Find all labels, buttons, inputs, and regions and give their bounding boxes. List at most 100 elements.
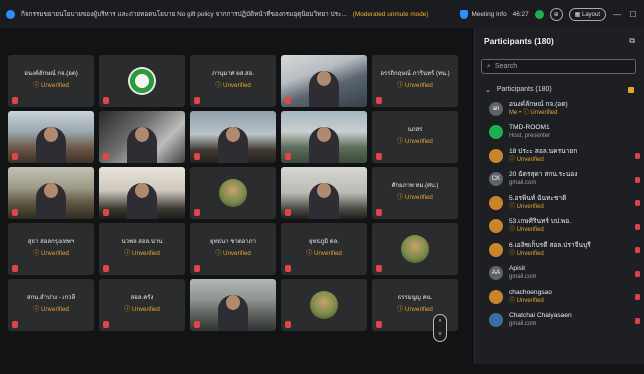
participant-info: 20 ฉัตรสุดา สกน.ระนอง gmail.com: [509, 171, 577, 187]
chevron-up-icon[interactable]: ˄: [438, 319, 442, 325]
minimize-icon[interactable]: —: [612, 10, 622, 19]
participant-video-feed: [218, 127, 248, 163]
chevron-down-icon[interactable]: ˅: [438, 332, 442, 338]
video-tile[interactable]: [372, 223, 458, 275]
muted-mic-icon[interactable]: [635, 223, 640, 230]
muted-mic-icon: [285, 209, 291, 216]
video-tile[interactable]: [99, 55, 185, 107]
participant-avatar: [401, 235, 429, 263]
video-tile[interactable]: ยุทธนา ชาตอาภา ⓘ Unverified: [190, 223, 276, 275]
muted-mic-icon[interactable]: [635, 153, 640, 159]
participant-row[interactable]: CK 20 ฉัตรสุดา สกน.ระนอง gmail.com: [475, 168, 644, 192]
participant-name: 53.เกษศิรินทร์ บป.พอ.: [509, 218, 572, 226]
video-tile[interactable]: ยุทธภูมิ ดล. ⓘ Unverified: [281, 223, 367, 275]
participants-panel: Participants (180) ⧉ ⌕ Search ⌄ Particip…: [474, 28, 644, 374]
participant-detail: Host, presenter: [509, 133, 551, 140]
muted-mic-icon[interactable]: [635, 294, 640, 300]
participant-name: 20 ฉัตรสุดา สกน.ระนอง: [509, 171, 578, 179]
popout-icon[interactable]: ⧉: [629, 36, 635, 46]
participants-panel-title: Participants (180): [484, 36, 554, 46]
participant-name: 18 ประะ สอล.นครนายก: [509, 147, 578, 155]
participant-row[interactable]: chachoengsao ⓘ Unverified: [475, 285, 644, 309]
muted-mic-icon[interactable]: [635, 317, 640, 324]
video-tile[interactable]: นวพล สอล.น่าน ⓘ Unverified: [99, 223, 185, 275]
participant-avatar: [489, 289, 503, 304]
participant-detail: ⓘ Unverified: [509, 227, 544, 234]
participant-row[interactable]: Chatchai Chaiyasaen gmail.com: [475, 309, 644, 333]
participant-info: Chatchai Chaiyasaen gmail.com: [509, 312, 572, 328]
muted-mic-icon: [12, 321, 18, 328]
video-tile[interactable]: ศักยภาพ ทม.(ศบ.) ⓘ Unverified: [372, 167, 458, 219]
participant-info: 5.อรพินท์ ฉันทะชาติ ⓘ Unverified: [509, 195, 566, 211]
muted-mic-icon: [285, 97, 291, 104]
muted-mic-icon: [285, 265, 291, 272]
video-tile[interactable]: อนงค์ลักษณ์ กจ.(อต) ⓘ Unverified: [8, 55, 94, 107]
video-tile[interactable]: นภสร ⓘ Unverified: [372, 111, 458, 163]
participant-row[interactable]: 5.อรพินท์ ฉันทะชาติ ⓘ Unverified: [475, 191, 644, 215]
participant-info: 18 ประะ สอล.นครนายก ⓘ Unverified: [509, 148, 577, 164]
video-tile[interactable]: [8, 167, 94, 219]
tile-verification-status: ⓘ Unverified: [33, 306, 69, 313]
participant-detail: gmail.com: [509, 180, 537, 187]
tile-participant-name: ยุทธนา ชาตอาภา: [210, 239, 256, 245]
video-tile[interactable]: [190, 111, 276, 163]
muted-mic-icon[interactable]: [635, 270, 640, 277]
tile-participant-name: นวพล สอล.น่าน: [121, 239, 163, 245]
participant-detail: ⓘ Unverified: [509, 250, 544, 257]
participant-name: Apisit: [509, 265, 526, 273]
participant-list: an อนงค์ลักษณ์ กจ.(อต) Me • ⓘ Unverified TM…: [475, 97, 644, 332]
video-tile[interactable]: [281, 279, 367, 331]
muted-mic-icon: [194, 265, 200, 272]
participant-head: [135, 127, 149, 142]
participant-row[interactable]: 53.เกษศิรินทร์ บป.พอ. ⓘ Unverified: [475, 215, 644, 239]
participant-row[interactable]: AA Apisit gmail.com: [475, 262, 644, 286]
participant-info: อนงค์ลักษณ์ กจ.(อต) Me • ⓘ Unverified: [509, 101, 568, 117]
participant-name: chachoengsao: [509, 288, 552, 296]
participant-video-feed: [127, 127, 157, 163]
layout-button[interactable]: ▦ Layout: [568, 7, 606, 21]
muted-mic-icon: [194, 153, 200, 160]
participant-row[interactable]: 18 ประะ สอล.นครนายก ⓘ Unverified: [475, 144, 644, 168]
maximize-icon[interactable]: ☐: [628, 10, 638, 19]
zoom-icon[interactable]: ⊕: [549, 7, 563, 21]
participant-search-input[interactable]: ⌕ Search: [481, 59, 636, 74]
participant-row[interactable]: TMD-ROOM1 Host, presenter: [475, 121, 644, 145]
participant-video-feed: [36, 127, 66, 163]
meeting-window: กิจกรรมขยายนโยบายของผู้บริหาร และถ่ายทอด…: [0, 0, 644, 374]
video-tile[interactable]: สุธา สอลกรุงเทพฯ ⓘ Unverified: [8, 223, 94, 275]
participant-name: 6.เอลิซเก็บรดี สอล.ปราจีนบุรี: [509, 241, 591, 249]
muted-mic-icon[interactable]: [635, 247, 640, 253]
participant-video-feed: [309, 183, 339, 219]
lock-icon: [628, 86, 634, 93]
participant-row[interactable]: 6.เอลิซเก็บรดี สอล.ปราจีนบุรี ⓘ Unverifie…: [475, 238, 644, 262]
participant-detail: Me • ⓘ Unverified: [509, 109, 558, 116]
tile-participant-name: สกน.ลำปาง - เกวลี: [26, 295, 76, 301]
tile-verification-status: ⓘ Unverified: [306, 250, 342, 257]
video-tile[interactable]: [99, 167, 185, 219]
participant-row[interactable]: an อนงค์ลักษณ์ กจ.(อต) Me • ⓘ Unverified: [475, 97, 644, 121]
video-tile[interactable]: สกน.ลำปาง - เกวลี ⓘ Unverified: [8, 279, 94, 331]
gallery-page-scroller[interactable]: ˄ ˅: [433, 314, 447, 342]
muted-mic-icon[interactable]: [635, 176, 640, 183]
muted-mic-icon[interactable]: [635, 200, 640, 206]
participant-name: Chatchai Chaiyasaen: [509, 312, 572, 320]
video-tile[interactable]: ภานุมาศ ผส.สอ. ⓘ Unverified: [190, 55, 276, 107]
video-tile[interactable]: สอล.ครัง ⓘ Unverified: [99, 279, 185, 331]
participants-group-toggle[interactable]: ⌄ Participants (180): [475, 83, 644, 96]
muted-mic-icon: [103, 321, 109, 328]
participant-video-feed: [218, 295, 248, 331]
video-tile[interactable]: [281, 167, 367, 219]
video-tile[interactable]: [281, 111, 367, 163]
tile-verification-status: ⓘ Unverified: [124, 250, 160, 257]
participants-group-label: Participants (180): [496, 86, 552, 93]
video-tile[interactable]: [190, 167, 276, 219]
search-placeholder: Search: [494, 63, 518, 70]
video-tile[interactable]: [190, 279, 276, 331]
video-tile[interactable]: [8, 111, 94, 163]
tile-verification-status: ⓘ Unverified: [397, 306, 433, 313]
video-tile[interactable]: อรรถิกฤษณ์ ภารินทร์ (ทน.) ⓘ Unverified: [372, 55, 458, 107]
video-tile[interactable]: [99, 111, 185, 163]
meeting-timer: 46:27: [512, 10, 529, 18]
meeting-info-button[interactable]: Meeting Info: [460, 9, 507, 19]
video-tile[interactable]: [281, 55, 367, 107]
